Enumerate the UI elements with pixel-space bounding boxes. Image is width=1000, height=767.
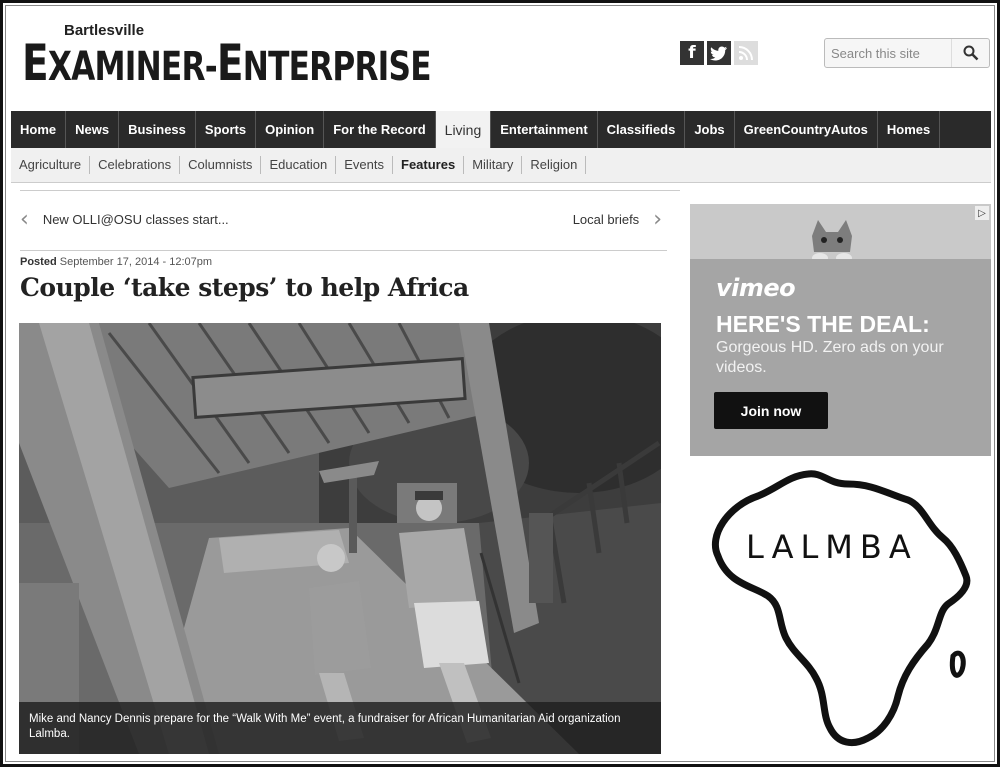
nav-item-greencountryautos[interactable]: GreenCountryAutos xyxy=(735,111,878,148)
subnav-item-celebrations[interactable]: Celebrations xyxy=(90,156,181,174)
site-search xyxy=(824,38,990,68)
posted-label: Posted xyxy=(20,256,57,268)
rss-icon[interactable] xyxy=(734,41,758,65)
subnav-item-events[interactable]: Events xyxy=(336,156,394,174)
prev-article-link[interactable]: ‹ New OLLI@OSU classes start... xyxy=(20,206,229,232)
nav-item-home[interactable]: Home xyxy=(11,111,67,148)
masthead-paper-name: EXAMINER-ENTERPRISE xyxy=(22,34,432,92)
nav-item-news[interactable]: News xyxy=(66,111,120,148)
nav-item-opinion[interactable]: Opinion xyxy=(256,111,325,148)
sub-nav: Agriculture Celebrations Columnists Educ… xyxy=(11,148,991,183)
vimeo-logo: vimeo xyxy=(716,274,796,302)
search-button[interactable] xyxy=(951,39,989,67)
prev-article-title: New OLLI@OSU classes start... xyxy=(42,212,229,227)
divider xyxy=(20,190,680,191)
nav-item-sports[interactable]: Sports xyxy=(196,111,257,148)
search-input[interactable] xyxy=(825,39,951,67)
lalmba-text: LALMBA xyxy=(746,528,918,566)
nav-item-for-the-record[interactable]: For the Record xyxy=(324,111,436,148)
nav-item-homes[interactable]: Homes xyxy=(878,111,941,148)
social-links: f xyxy=(680,41,758,65)
article-photo-image xyxy=(19,323,661,754)
nav-item-classifieds[interactable]: Classifieds xyxy=(598,111,686,148)
article-posted: Posted September 17, 2014 - 12:07pm xyxy=(20,256,212,268)
subnav-item-features[interactable]: Features xyxy=(393,156,465,174)
ad-subtext: Gorgeous HD. Zero ads on your videos. xyxy=(716,339,944,376)
chevron-left-icon: ‹ xyxy=(20,206,29,232)
lalmba-logo[interactable]: LALMBA xyxy=(698,466,992,756)
search-icon xyxy=(963,45,978,61)
join-now-button[interactable]: Join now xyxy=(714,392,828,429)
nav-item-jobs[interactable]: Jobs xyxy=(685,111,735,148)
posted-date: September 17, 2014 - 12:07pm xyxy=(59,256,213,268)
article-headline: Couple ‘take steps’ to help Africa xyxy=(20,273,469,302)
nav-item-business[interactable]: Business xyxy=(119,111,196,148)
facebook-icon[interactable]: f xyxy=(680,41,704,65)
divider xyxy=(20,250,667,251)
twitter-icon[interactable] xyxy=(707,41,731,65)
next-article-title: Local briefs xyxy=(572,212,640,227)
subnav-item-religion[interactable]: Religion xyxy=(522,156,587,174)
adchoices-icon[interactable]: ▷ xyxy=(975,206,989,220)
subnav-item-education[interactable]: Education xyxy=(261,156,337,174)
main-nav: Home News Business Sports Opinion For th… xyxy=(11,111,991,148)
nav-item-living[interactable]: Living xyxy=(435,111,492,148)
ad-headline: HERE'S THE DEAL: xyxy=(716,311,930,337)
chevron-right-icon: › xyxy=(653,206,662,232)
subnav-item-agriculture[interactable]: Agriculture xyxy=(11,156,91,174)
subnav-item-military[interactable]: Military xyxy=(464,156,523,174)
article-pager: ‹ New OLLI@OSU classes start... Local br… xyxy=(20,206,662,236)
article-photo[interactable]: Mike and Nancy Dennis prepare for the “W… xyxy=(19,323,661,754)
vimeo-ad[interactable]: ▷ vimeo HERE'S THE DEAL: Gorgeous HD. Ze… xyxy=(690,204,991,456)
africa-outline-icon xyxy=(711,470,971,747)
nav-item-entertainment[interactable]: Entertainment xyxy=(491,111,598,148)
photo-caption: Mike and Nancy Dennis prepare for the “W… xyxy=(19,702,661,754)
subnav-item-columnists[interactable]: Columnists xyxy=(180,156,262,174)
next-article-link[interactable]: Local briefs › xyxy=(572,206,662,232)
